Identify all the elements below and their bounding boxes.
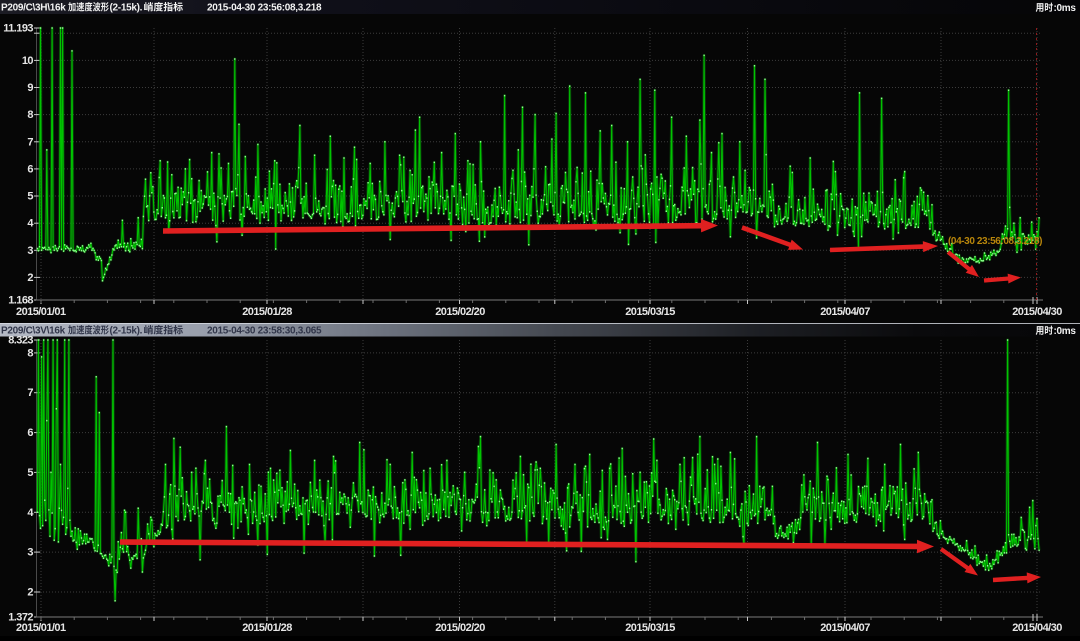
svg-text:10: 10 [22, 55, 34, 67]
svg-text:2015/03/15: 2015/03/15 [625, 622, 675, 634]
svg-text:2: 2 [27, 587, 33, 599]
svg-text::0ms: :0ms [1054, 326, 1077, 337]
svg-text:8.323: 8.323 [8, 335, 33, 347]
svg-text:8: 8 [27, 347, 33, 359]
svg-text:(2-15k).: (2-15k). [110, 326, 143, 337]
svg-text:(04-30 23:56:08,3.218): (04-30 23:56:08,3.218) [948, 236, 1042, 247]
svg-text:(2-15k).: (2-15k). [110, 3, 143, 14]
svg-text:2015-04-30 23:58:30,3.065: 2015-04-30 23:58:30,3.065 [207, 326, 322, 337]
svg-text:7: 7 [27, 136, 33, 148]
svg-text:1.168: 1.168 [8, 295, 33, 307]
svg-text:2015/01/01: 2015/01/01 [16, 622, 66, 634]
svg-text:P209/C\3H\16k: P209/C\3H\16k [1, 3, 66, 14]
svg-text:2015/01/01: 2015/01/01 [16, 306, 66, 318]
svg-text:9: 9 [27, 82, 33, 94]
svg-text:2: 2 [27, 272, 33, 284]
svg-text:2015/03/15: 2015/03/15 [625, 306, 675, 318]
svg-text:5: 5 [27, 191, 33, 203]
svg-text:2015/02/20: 2015/02/20 [435, 622, 485, 634]
svg-text:3: 3 [27, 547, 33, 559]
svg-text:2015/01/28: 2015/01/28 [242, 622, 292, 634]
svg-text:6: 6 [27, 427, 33, 439]
svg-text:2015/04/07: 2015/04/07 [820, 622, 870, 634]
svg-text:2015-04-30 23:56:08,3.218: 2015-04-30 23:56:08,3.218 [207, 3, 322, 14]
svg-text:2015/04/30: 2015/04/30 [1012, 306, 1062, 318]
svg-text:6: 6 [27, 163, 33, 175]
svg-text:11.193: 11.193 [3, 23, 33, 35]
svg-text:5: 5 [27, 467, 33, 479]
svg-text:7: 7 [27, 387, 33, 399]
svg-text:2015/04/30: 2015/04/30 [1012, 622, 1062, 634]
svg-text::0ms: :0ms [1054, 3, 1077, 14]
svg-text:3: 3 [27, 245, 33, 257]
svg-text:2015/04/07: 2015/04/07 [820, 306, 870, 318]
svg-text:2015/01/28: 2015/01/28 [242, 306, 292, 318]
svg-text:8: 8 [27, 109, 33, 121]
svg-text:2015/02/20: 2015/02/20 [435, 306, 485, 318]
